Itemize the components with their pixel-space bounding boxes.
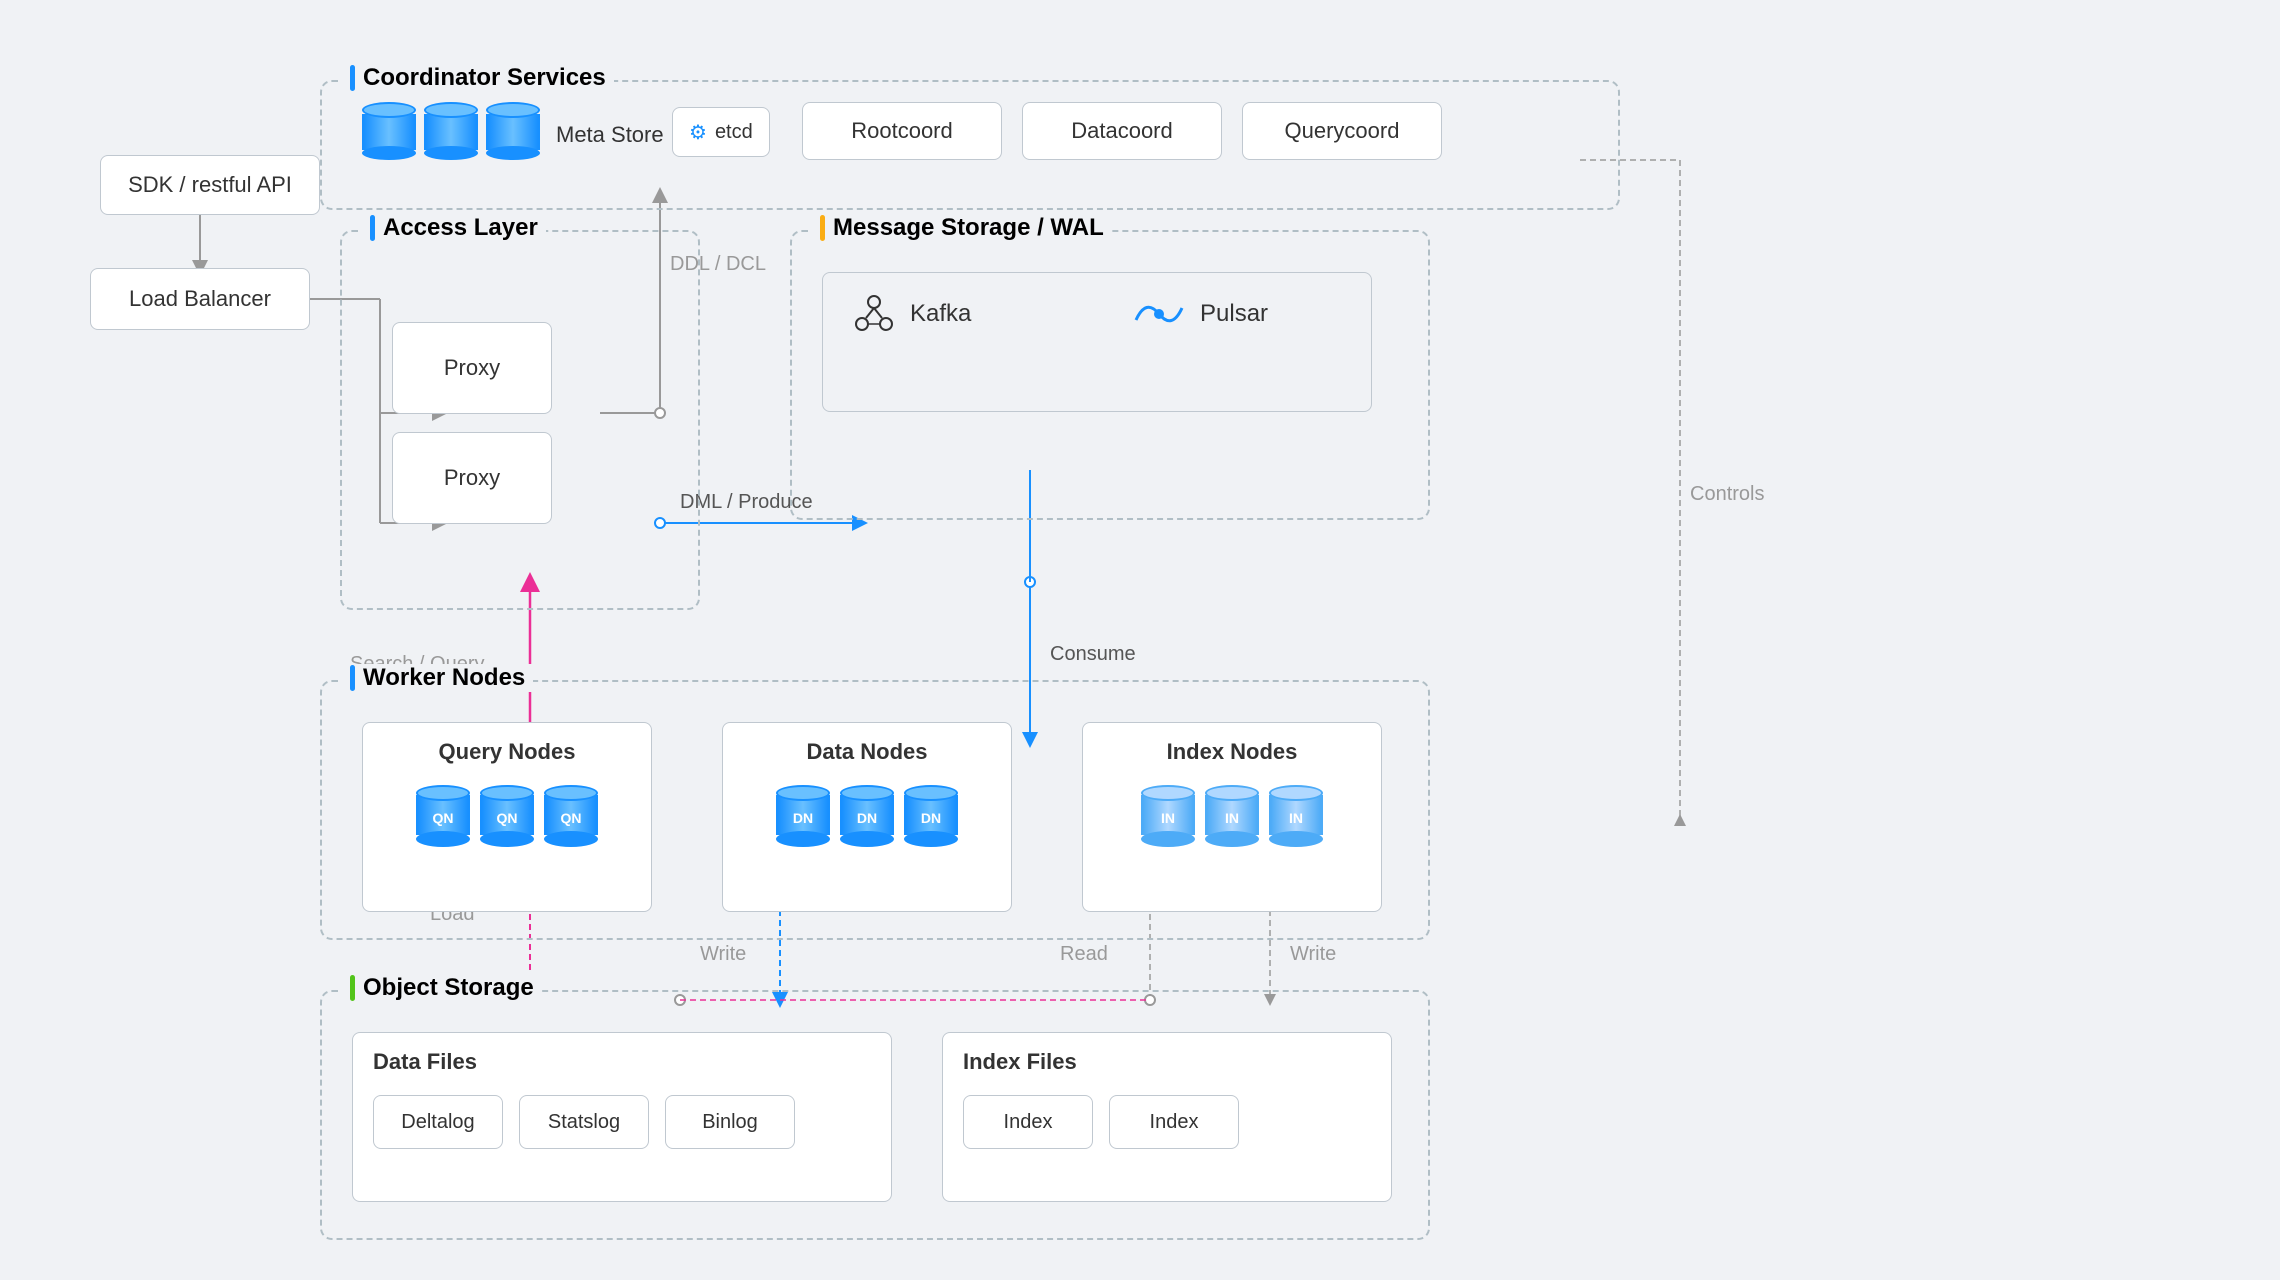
- dn3-label: DN: [921, 810, 941, 826]
- message-storage-section: Message Storage / WAL Kafka Pulsar: [790, 230, 1430, 520]
- access-layer-section: Access Layer Proxy Proxy: [340, 230, 700, 610]
- binlog-label: Binlog: [702, 1111, 758, 1134]
- data-nodes-container: Data Nodes DN DN DN: [722, 722, 1012, 912]
- load-balancer-label: Load Balancer: [129, 286, 271, 312]
- proxy1-box: Proxy: [392, 322, 552, 414]
- qn-db1: QN: [416, 785, 470, 851]
- statslog-box: Statslog: [519, 1095, 649, 1149]
- sdk-box: SDK / restful API: [100, 155, 320, 215]
- access-layer-label: Access Layer: [383, 214, 538, 242]
- message-storage-title: Message Storage / WAL: [812, 214, 1112, 242]
- worker-nodes-title: Worker Nodes: [342, 664, 533, 692]
- message-bar: [820, 215, 825, 241]
- object-bar: [350, 975, 355, 1001]
- sdk-label: SDK / restful API: [128, 172, 292, 198]
- metastore-label: Meta Store: [556, 122, 664, 148]
- index2-label: Index: [1150, 1111, 1199, 1134]
- data-files-container: Data Files Deltalog Statslog Binlog: [352, 1032, 892, 1202]
- qn3-label: QN: [561, 810, 582, 826]
- data-nodes-label: Data Nodes: [806, 739, 927, 765]
- in1-label: IN: [1161, 810, 1175, 826]
- dn2-label: DN: [857, 810, 877, 826]
- object-storage-section: Object Storage Data Files Deltalog Stats…: [320, 990, 1430, 1240]
- gear-icon: ⚙: [689, 120, 707, 145]
- etcd-box: ⚙ etcd: [672, 107, 770, 157]
- index-files-label: Index Files: [963, 1049, 1077, 1075]
- svg-text:Controls: Controls: [1690, 483, 1764, 505]
- metastore-db1: [362, 102, 416, 168]
- dn-db2: DN: [840, 785, 894, 851]
- in2-label: IN: [1225, 810, 1239, 826]
- deltalog-label: Deltalog: [401, 1111, 474, 1134]
- metastore-db3: [486, 102, 540, 168]
- dn1-label: DN: [793, 810, 813, 826]
- query-nodes-container: Query Nodes QN QN: [362, 722, 652, 912]
- dn-db1: DN: [776, 785, 830, 851]
- in-db3: IN: [1269, 785, 1323, 851]
- object-storage-label: Object Storage: [363, 974, 534, 1002]
- coordinator-title: Coordinator Services: [342, 64, 614, 92]
- index2-box: Index: [1109, 1095, 1239, 1149]
- worker-nodes-label: Worker Nodes: [363, 664, 525, 692]
- datacoord-box: Datacoord: [1022, 102, 1222, 160]
- coordinator-section: Coordinator Services Meta Store: [320, 80, 1620, 210]
- index-nodes-container: Index Nodes IN IN I: [1082, 722, 1382, 912]
- in-db1: IN: [1141, 785, 1195, 851]
- qn-db3: QN: [544, 785, 598, 851]
- dn-db3: DN: [904, 785, 958, 851]
- access-bar: [370, 215, 375, 241]
- index1-label: Index: [1004, 1111, 1053, 1134]
- querycoord-label: Querycoord: [1285, 118, 1400, 144]
- coordinator-bar: [350, 65, 355, 91]
- in3-label: IN: [1289, 810, 1303, 826]
- load-balancer-box: Load Balancer: [90, 268, 310, 330]
- svg-text:Write: Write: [700, 943, 746, 965]
- etcd-label: etcd: [715, 121, 753, 144]
- message-storage-label: Message Storage / WAL: [833, 214, 1104, 242]
- metastore-db2: [424, 102, 478, 168]
- data-files-label: Data Files: [373, 1049, 477, 1075]
- querycoord-box: Querycoord: [1242, 102, 1442, 160]
- coordinator-label: Coordinator Services: [363, 64, 606, 92]
- qn2-label: QN: [497, 810, 518, 826]
- index1-box: Index: [963, 1095, 1093, 1149]
- svg-text:Write: Write: [1290, 943, 1336, 965]
- in-db2: IN: [1205, 785, 1259, 851]
- deltalog-box: Deltalog: [373, 1095, 503, 1149]
- query-nodes-label: Query Nodes: [439, 739, 576, 765]
- rootcoord-box: Rootcoord: [802, 102, 1002, 160]
- svg-text:Consume: Consume: [1050, 643, 1136, 665]
- worker-bar: [350, 665, 355, 691]
- proxy1-label: Proxy: [444, 355, 500, 381]
- index-nodes-label: Index Nodes: [1167, 739, 1298, 765]
- object-storage-title: Object Storage: [342, 974, 542, 1002]
- proxy2-label: Proxy: [444, 465, 500, 491]
- qn1-label: QN: [433, 810, 454, 826]
- proxy2-box: Proxy: [392, 432, 552, 524]
- worker-nodes-section: Worker Nodes Query Nodes QN QN: [320, 680, 1430, 940]
- svg-text:Read: Read: [1060, 943, 1108, 965]
- index-files-container: Index Files Index Index: [942, 1032, 1392, 1202]
- datacoord-label: Datacoord: [1071, 118, 1173, 144]
- rootcoord-label: Rootcoord: [851, 118, 953, 144]
- diagram: DDL / DCL DML / Produce Search / Query C…: [0, 0, 2280, 1280]
- qn-db2: QN: [480, 785, 534, 851]
- statslog-label: Statslog: [548, 1111, 620, 1134]
- access-layer-title: Access Layer: [362, 214, 546, 242]
- binlog-box: Binlog: [665, 1095, 795, 1149]
